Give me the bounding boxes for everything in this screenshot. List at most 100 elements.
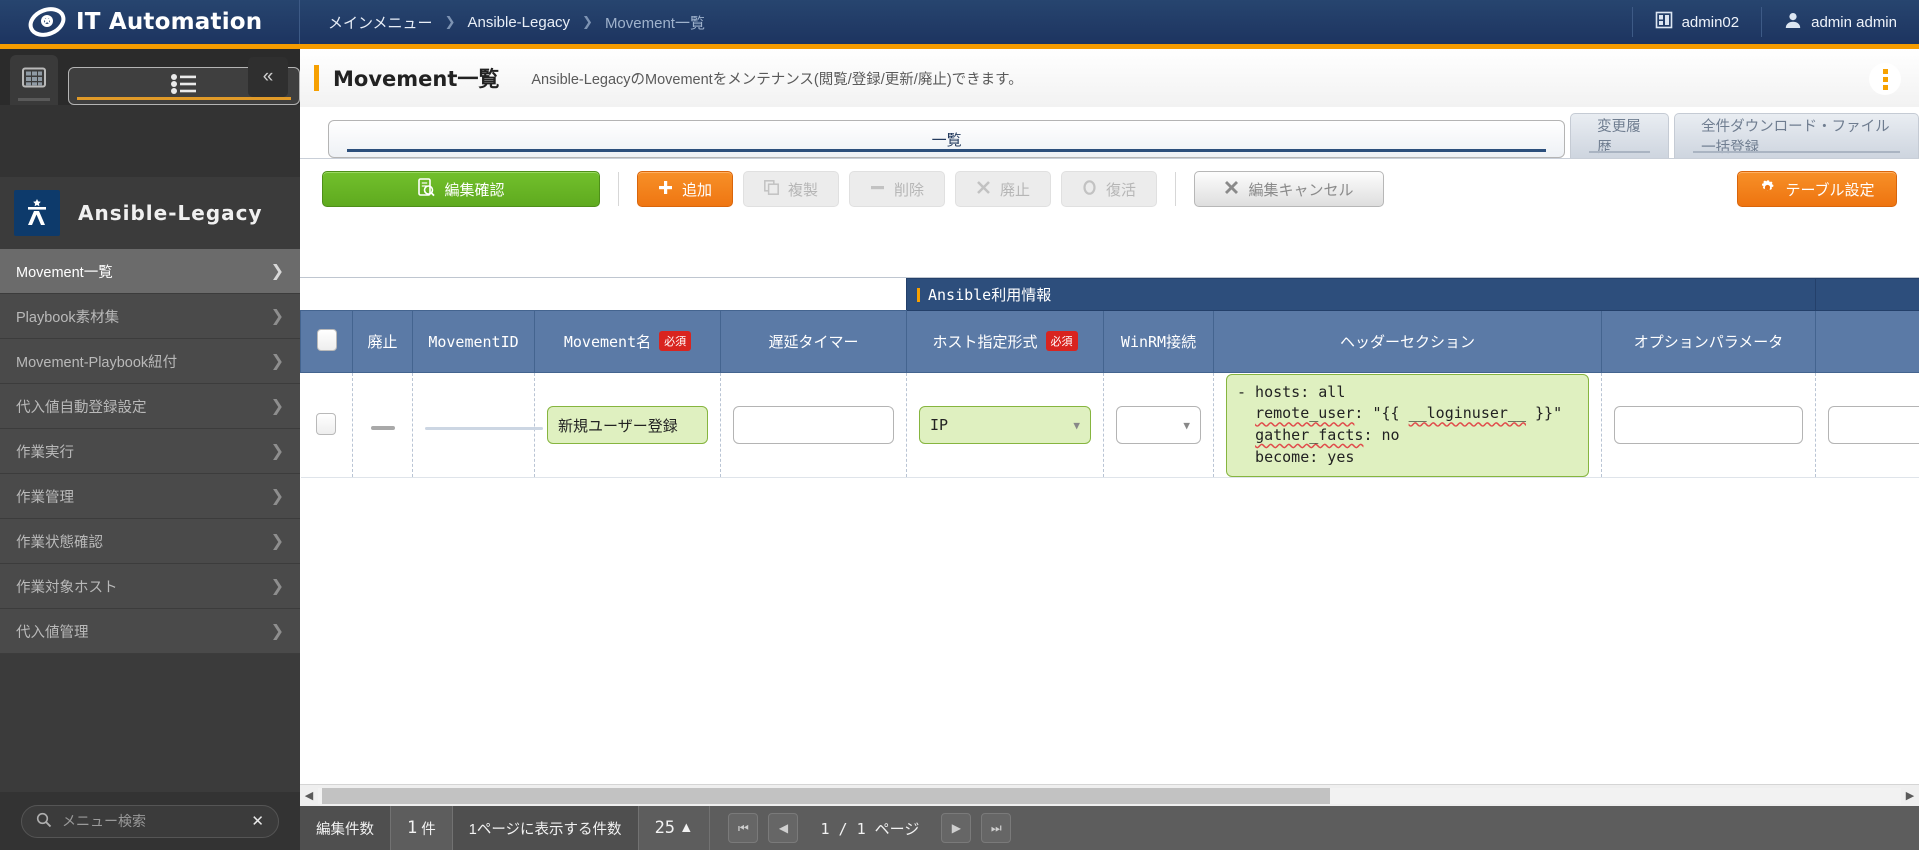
- column-header-header_sec[interactable]: ヘッダーセクション: [1214, 311, 1602, 373]
- horizontal-scrollbar[interactable]: ◀ ▶: [300, 784, 1919, 806]
- sidebar-item-label: 作業状態確認: [16, 531, 103, 552]
- prev-page-icon[interactable]: ◀: [768, 813, 798, 843]
- scrollbar-thumb[interactable]: [322, 788, 1330, 804]
- cell-select[interactable]: [301, 373, 353, 478]
- brand[interactable]: IT Automation: [0, 0, 300, 44]
- column-header-delay_timer[interactable]: 遅延タイマー: [721, 311, 907, 373]
- restore-button[interactable]: 復活: [1061, 171, 1157, 207]
- content-tabs: 一覧変更履歴全件ダウンロード・ファイル一括登録: [300, 107, 1919, 159]
- ans_col-input[interactable]: [1828, 406, 1919, 444]
- scroll-right-icon[interactable]: ▶: [1901, 789, 1919, 802]
- sidebar-body: Ansible-Legacy Movement一覧❯Playbook素材集❯Mo…: [0, 177, 300, 792]
- delete-label: 削除: [894, 179, 924, 200]
- last-page-icon[interactable]: ⏭: [981, 813, 1011, 843]
- organization-icon: [1655, 11, 1673, 33]
- column-header-winrm[interactable]: WinRM接続: [1104, 311, 1214, 373]
- tab-1[interactable]: 変更履歴: [1570, 113, 1669, 158]
- sidebar-app-name: Ansible-Legacy: [78, 201, 263, 225]
- sidebar-item-0[interactable]: Movement一覧❯: [0, 249, 300, 294]
- sidebar-item-7[interactable]: 作業対象ホスト❯: [0, 564, 300, 609]
- cell-ans_col[interactable]: [1816, 373, 1919, 478]
- sidebar-search[interactable]: メニュー検索 ✕: [0, 792, 300, 850]
- search-icon: [36, 812, 52, 831]
- sidebar-item-2[interactable]: Movement-Playbook紐付❯: [0, 339, 300, 384]
- column-header-discard[interactable]: 廃止: [353, 311, 413, 373]
- organization-switcher[interactable]: admin02: [1632, 7, 1762, 37]
- header-section-textarea[interactable]: - hosts: all remote_user: "{{ __loginuse…: [1226, 374, 1589, 477]
- header-section-line: gather_facts: no: [1237, 425, 1578, 447]
- edit-confirm-button[interactable]: 編集確認: [322, 171, 600, 207]
- edit-cancel-button[interactable]: 編集キャンセル: [1194, 171, 1384, 207]
- table-row[interactable]: 新規ユーザー登録 IP▼ ▼ - hosts: all remote_user: "{…: [301, 373, 1919, 478]
- sidebar-item-4[interactable]: 作業実行❯: [0, 429, 300, 474]
- scrollbar-track[interactable]: [318, 788, 1901, 804]
- discard-label: 廃止: [1000, 179, 1030, 200]
- tab-0[interactable]: 一覧: [328, 120, 1565, 158]
- cell-discard[interactable]: [353, 373, 413, 478]
- winrm-select[interactable]: ▼: [1116, 406, 1201, 444]
- cell-delay_timer[interactable]: [721, 373, 907, 478]
- tab-2[interactable]: 全件ダウンロード・ファイル一括登録: [1674, 113, 1919, 158]
- duplicate-button[interactable]: 複製: [743, 171, 839, 207]
- tab-underline: [1693, 151, 1900, 153]
- chevron-right-icon: ❯: [271, 306, 284, 326]
- add-label: 追加: [682, 179, 712, 200]
- column-header-option_param[interactable]: オプションパラメータ: [1602, 311, 1816, 373]
- sidebar-search-placeholder[interactable]: メニュー検索: [62, 811, 241, 831]
- data-table: Ansible利用情報 廃止MovementIDMovement名必須遅延タイマ…: [300, 278, 1919, 478]
- cell-host_format[interactable]: IP▼: [907, 373, 1104, 478]
- cell-winrm[interactable]: ▼: [1104, 373, 1214, 478]
- sidebar-item-label: 作業対象ホスト: [16, 576, 118, 597]
- host_format-select-value: IP: [930, 416, 948, 434]
- column-header-label: MovementID: [428, 333, 518, 351]
- movement-id-placeholder: [425, 427, 543, 430]
- page-description: Ansible-LegacyのMovementをメンテナンス(閲覧/登録/更新/…: [531, 68, 1022, 89]
- sidebar-collapse-button[interactable]: «: [248, 57, 288, 97]
- movement_name-input[interactable]: 新規ユーザー登録: [547, 406, 708, 444]
- delay_timer-input[interactable]: [733, 406, 894, 444]
- column-header-host_format[interactable]: ホスト指定形式必須: [907, 311, 1104, 373]
- user-menu[interactable]: admin admin: [1761, 7, 1919, 37]
- breadcrumb-separator-icon: ❯: [445, 14, 456, 30]
- sidebar-tab-grid[interactable]: [10, 55, 58, 105]
- delete-button[interactable]: 削除: [849, 171, 945, 207]
- breadcrumb: メインメニュー ❯ Ansible-Legacy ❯ Movement一覧: [300, 12, 705, 33]
- sidebar-item-label: Movement一覧: [16, 261, 113, 282]
- first-page-icon[interactable]: ⏮: [728, 813, 758, 843]
- column-header-movement_id[interactable]: MovementID: [413, 311, 535, 373]
- cell-movement_name[interactable]: 新規ユーザー登録: [535, 373, 721, 478]
- toolbar-divider: [1175, 172, 1176, 206]
- sidebar-item-1[interactable]: Playbook素材集❯: [0, 294, 300, 339]
- sidebar-view-tabs: «: [0, 49, 300, 105]
- add-button[interactable]: 追加: [637, 171, 733, 207]
- sidebar-item-6[interactable]: 作業状態確認❯: [0, 519, 300, 564]
- breadcrumb-item-1[interactable]: Ansible-Legacy: [467, 14, 570, 31]
- breadcrumb-item-0[interactable]: メインメニュー: [328, 12, 433, 33]
- scroll-left-icon[interactable]: ◀: [300, 789, 318, 802]
- host_format-select[interactable]: IP▼: [919, 406, 1091, 444]
- page-title-accent: [314, 65, 319, 91]
- cell-header_sec[interactable]: - hosts: all remote_user: "{{ __loginuse…: [1214, 373, 1602, 478]
- discard-button[interactable]: 廃止: [955, 171, 1051, 207]
- row-checkbox[interactable]: [316, 413, 336, 435]
- more-vertical-icon[interactable]: [1869, 63, 1901, 95]
- column-header-select[interactable]: [301, 311, 353, 373]
- column-header-movement_name[interactable]: Movement名必須: [535, 311, 721, 373]
- cell-option_param[interactable]: [1602, 373, 1816, 478]
- option_param-input[interactable]: [1614, 406, 1803, 444]
- sidebar-item-3[interactable]: 代入値自動登録設定❯: [0, 384, 300, 429]
- sidebar-item-8[interactable]: 代入値管理❯: [0, 609, 300, 654]
- table-settings-button[interactable]: テーブル設定: [1737, 171, 1897, 207]
- close-icon[interactable]: ✕: [251, 812, 264, 830]
- cell-movement_id[interactable]: [413, 373, 535, 478]
- sidebar-item-5[interactable]: 作業管理❯: [0, 474, 300, 519]
- data-table-container[interactable]: Ansible利用情報 廃止MovementIDMovement名必須遅延タイマ…: [300, 277, 1919, 760]
- toolbar: 編集確認 追加 複製 削除 廃止: [300, 159, 1919, 219]
- table-footer: 編集件数 1 件 1ページに表示する件数 25 ▲ ⏮ ◀ 1 / 1 ページ …: [300, 806, 1919, 850]
- document-check-icon: [417, 178, 435, 201]
- next-page-icon[interactable]: ▶: [941, 813, 971, 843]
- per-page-selector[interactable]: 25 ▲: [639, 806, 711, 850]
- select-all-checkbox[interactable]: [317, 329, 337, 351]
- column-header-ans_col[interactable]: ans: [1816, 311, 1919, 373]
- sidebar-item-label: 代入値管理: [16, 621, 89, 642]
